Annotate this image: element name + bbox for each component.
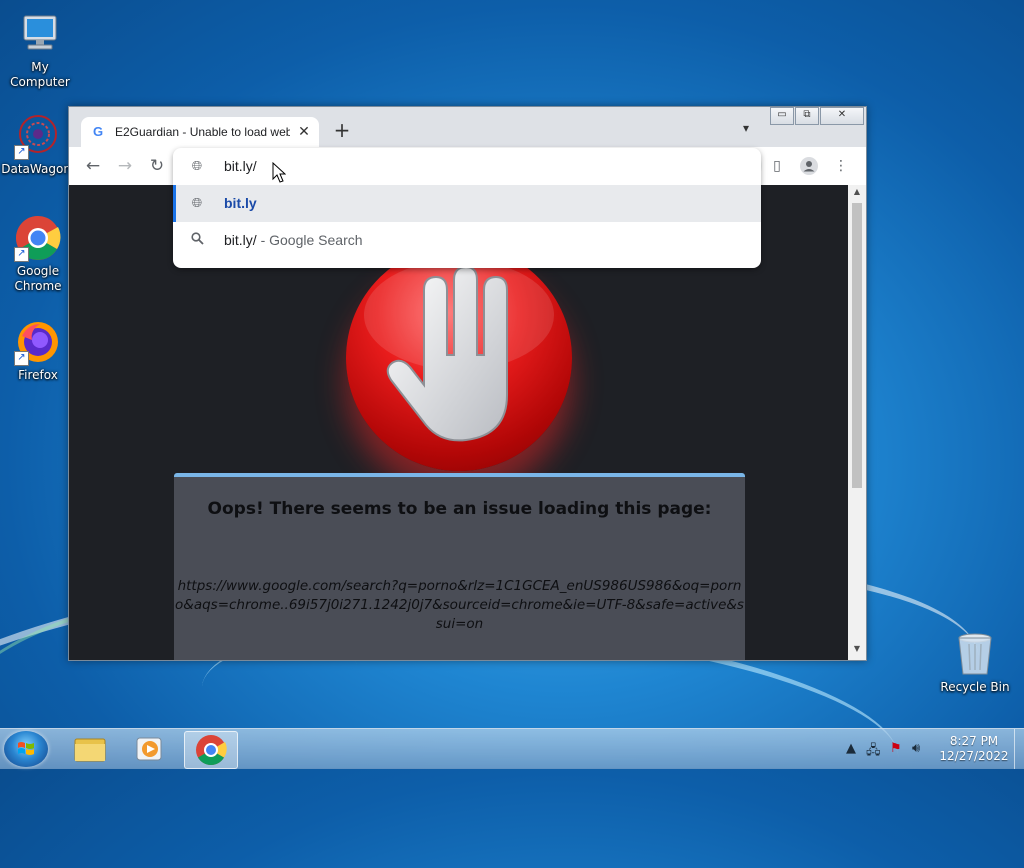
scrollbar-thumb[interactable] [852,203,862,488]
computer-icon [16,10,64,58]
tab-title: E2Guardian - Unable to load web page [115,125,290,139]
error-message-box: Oops! There seems to be an issue loading… [174,473,745,660]
show-desktop-button[interactable] [1014,729,1024,769]
desktop-icon-label: Google Chrome [14,264,62,293]
stop-hand-icon [346,245,572,471]
recycle-bin-icon [951,630,999,678]
suggestion-hint: - Google Search [256,232,363,248]
side-panel-icon[interactable]: ▯ [766,155,788,177]
firefox-icon: ↗ [14,318,62,366]
minimize-button[interactable]: ▭ [770,107,794,125]
network-icon[interactable]: 🖧︎ [866,741,881,763]
desktop-icon-my-computer[interactable]: My Computer [0,10,80,90]
action-center-icon[interactable]: ⚑ [890,741,902,756]
search-icon [189,232,205,248]
error-heading: Oops! There seems to be an issue loading… [207,499,712,519]
taskbar-media-player-button[interactable] [124,731,176,767]
desktop-icon-label: My Computer [10,60,70,89]
close-window-button[interactable]: ✕ [820,107,864,125]
back-button[interactable]: ← [82,155,104,177]
clock-time: 8:27 PM [949,734,999,748]
taskbar-chrome-button[interactable] [184,731,238,769]
start-button[interactable] [4,731,48,767]
omnibox-dropdown: 🌐︎ bit.ly/ 🌐︎ bit.ly bit.ly/ - Google Se… [173,148,761,268]
desktop-icon-firefox[interactable]: ↗ Firefox [0,318,78,383]
taskbar-explorer-button[interactable] [64,731,116,767]
new-tab-button[interactable]: + [331,119,353,141]
more-menu-icon[interactable]: ⋮ [830,155,852,177]
omnibox-suggestion[interactable]: bit.ly/ - Google Search [173,222,761,259]
blocked-url: https://www.google.com/search?q=porno&rl… [175,578,744,632]
datawagon-icon: ↗ [14,112,62,160]
desktop-icon-recycle-bin[interactable]: Recycle Bin [935,630,1015,695]
tab-close-icon[interactable]: ✕ [295,123,313,141]
show-hidden-icons-icon[interactable]: ▲ [846,741,856,756]
scroll-up-arrow-icon[interactable]: ▲ [848,187,866,201]
reload-button[interactable]: ↻ [146,155,168,177]
forward-button[interactable]: → [114,155,136,177]
clock-date: 12/27/2022 [939,749,1009,763]
globe-icon: 🌐︎ [191,158,203,173]
suggestion-text: bit.ly/ [224,232,257,248]
desktop-icon-datawagon[interactable]: ↗ DataWagon. [0,112,78,177]
page-scrollbar[interactable]: ▲ ▼ [848,185,866,660]
chrome-icon: ↗ [14,214,62,262]
desktop-icon-label: Recycle Bin [940,680,1010,694]
taskbar: ▲ 🖧︎ ⚑ 🔊︎ 8:27 PM 12/27/2022 [0,728,1024,769]
tab-search-chevron-icon[interactable]: ▾ [736,121,756,141]
scroll-down-arrow-icon[interactable]: ▼ [848,644,866,658]
volume-icon[interactable]: 🔊︎ [912,741,920,756]
media-player-icon [136,737,162,761]
clock[interactable]: 8:27 PM 12/27/2022 [932,734,1016,764]
omnibox-input-row[interactable]: 🌐︎ bit.ly/ [173,148,761,185]
desktop-icon-label: DataWagon. [1,162,75,176]
chrome-icon [196,735,227,766]
desktop-icon-label: Firefox [18,368,58,382]
restore-button[interactable]: ⧉ [795,107,819,125]
omnibox-input[interactable]: bit.ly/ [224,158,257,174]
shortcut-arrow-icon: ↗ [14,247,29,262]
suggestion-line: bit.ly/ - Google Search [224,232,363,248]
tab-strip: G E2Guardian - Unable to load web page ✕… [69,107,866,147]
desktop-icon-google-chrome[interactable]: ↗ Google Chrome [0,214,78,294]
shortcut-arrow-icon: ↗ [14,145,29,160]
shortcut-arrow-icon: ↗ [14,351,29,366]
folder-icon [74,738,106,762]
globe-icon: 🌐︎ [191,195,203,210]
google-favicon-icon: G [93,124,104,139]
tab-e2guardian[interactable]: G E2Guardian - Unable to load web page ✕ [81,117,319,147]
windows-logo-icon [18,742,34,755]
profile-avatar-icon[interactable] [798,155,820,177]
selection-bar [173,185,176,222]
suggestion-text: bit.ly [224,195,257,211]
omnibox-suggestion[interactable]: 🌐︎ bit.ly [173,185,761,222]
